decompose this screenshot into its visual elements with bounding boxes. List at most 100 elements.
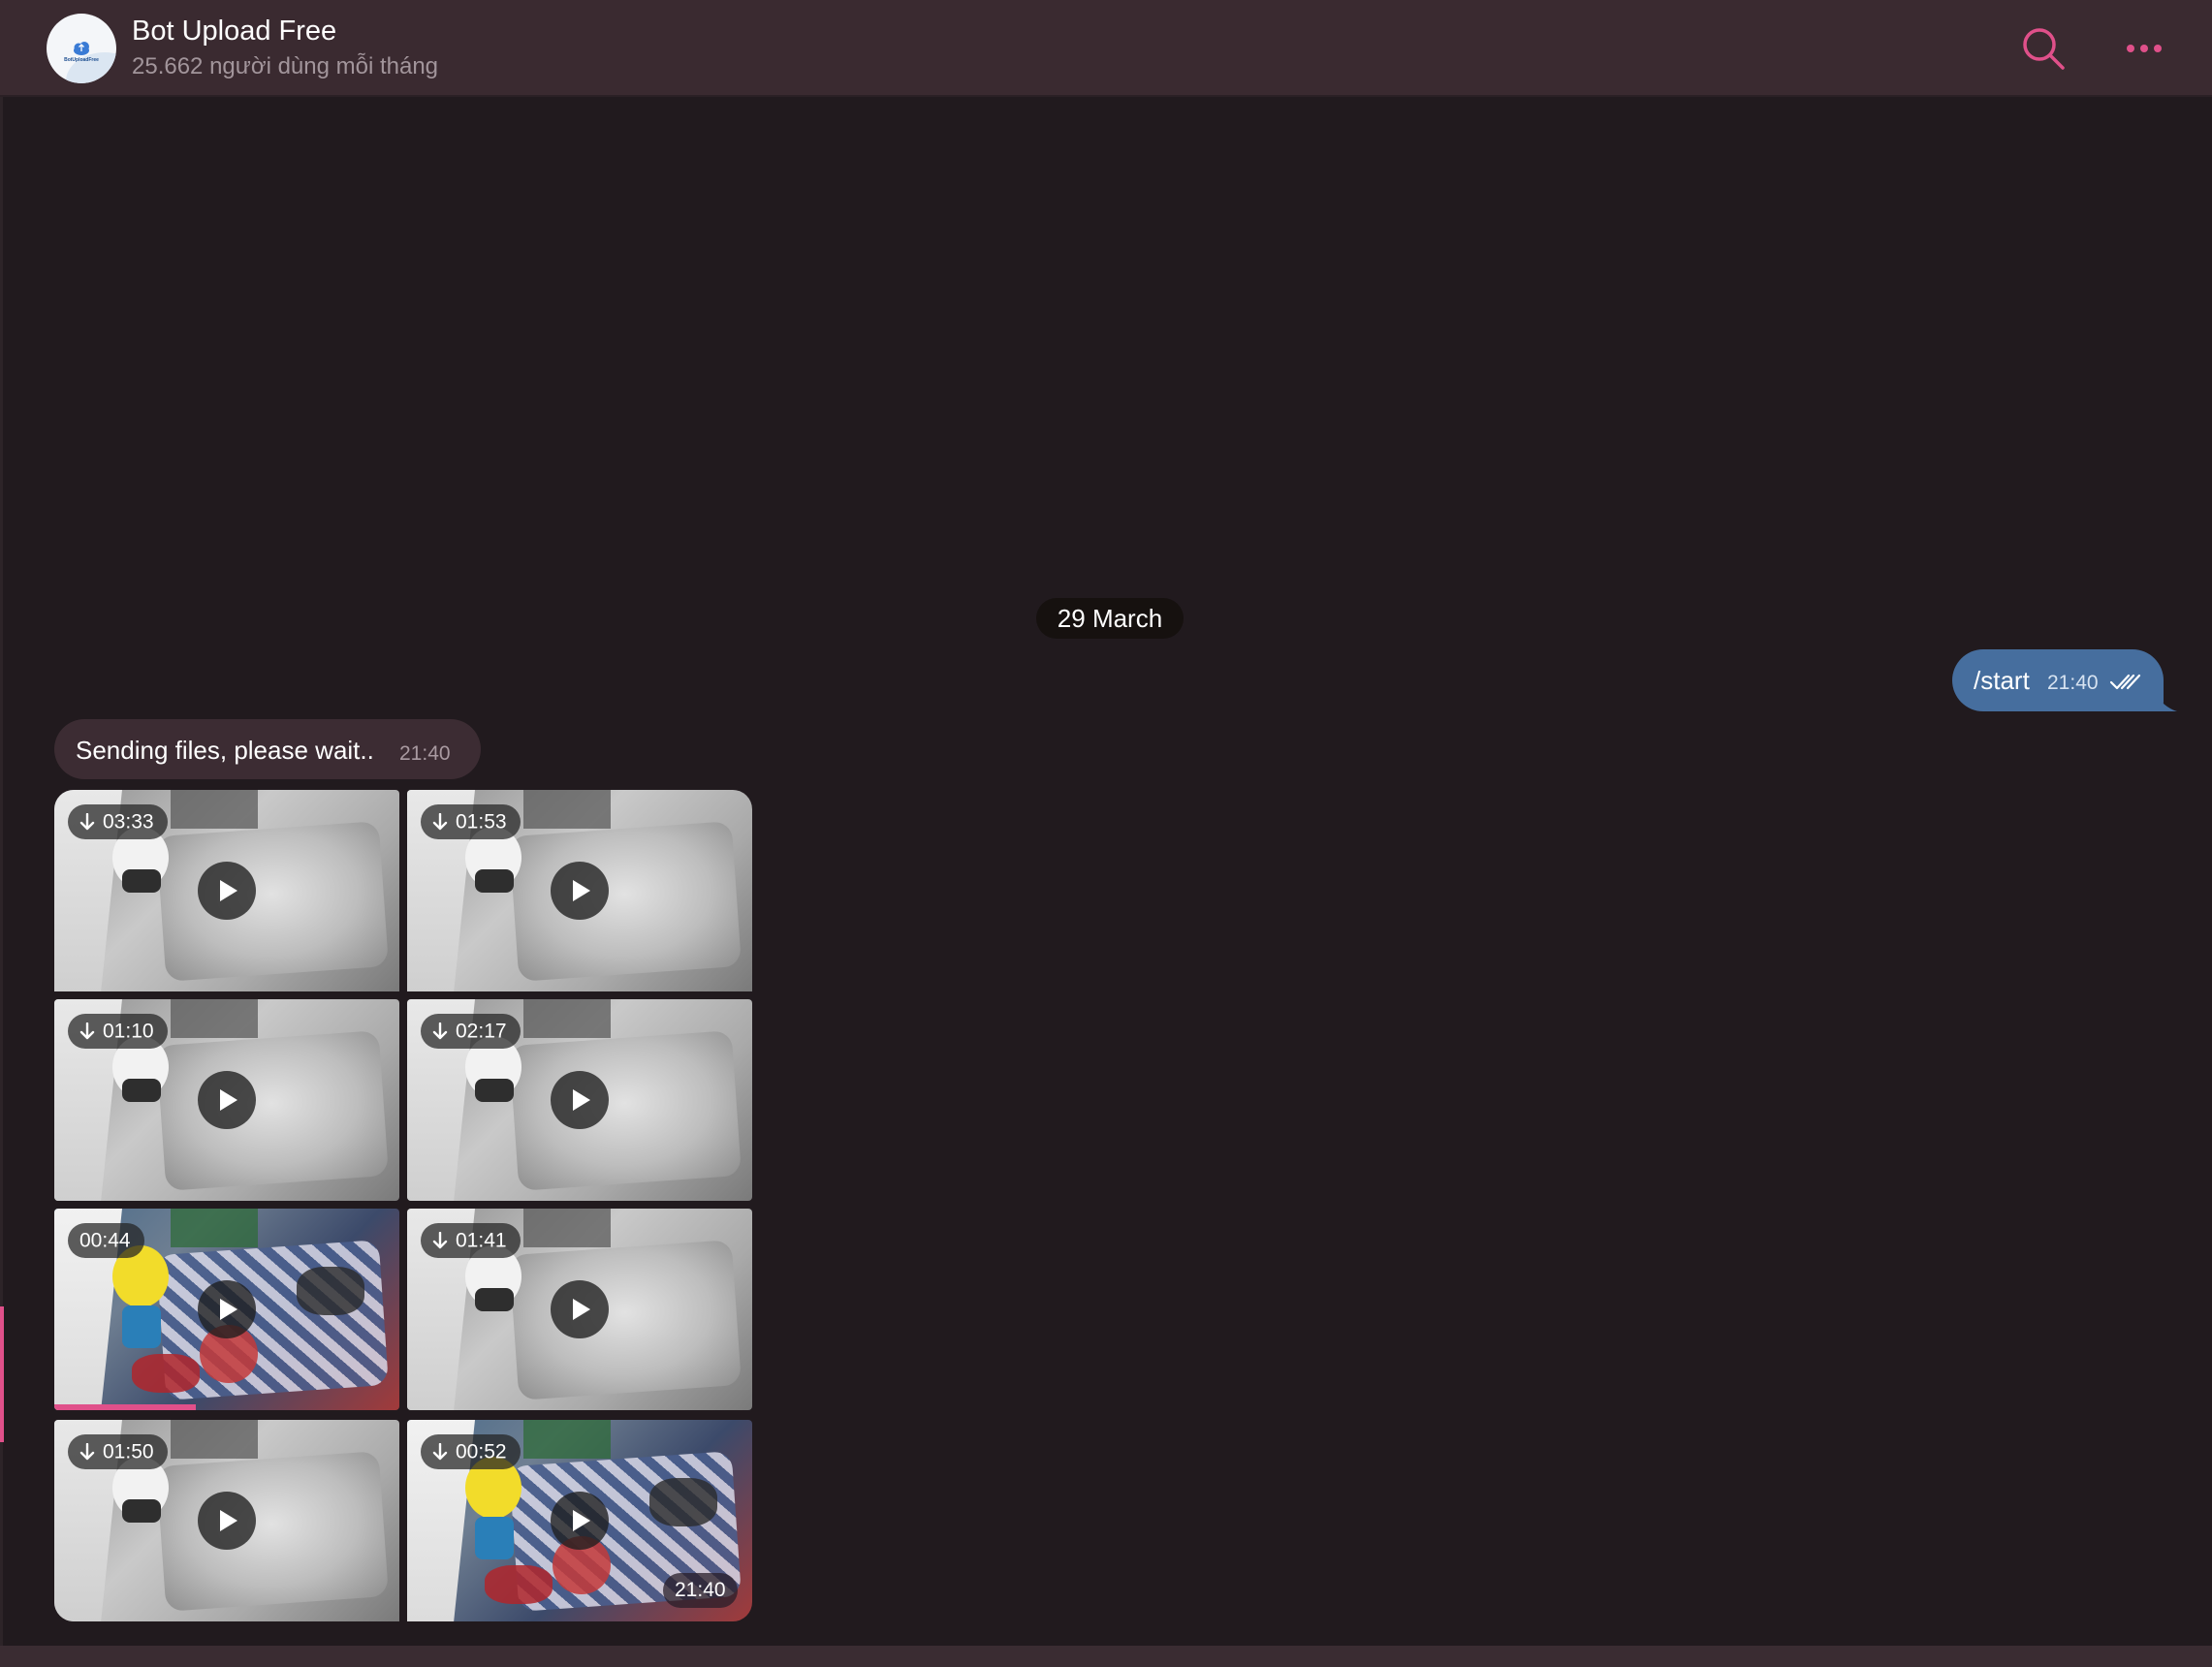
thumbnail-object [475, 869, 514, 893]
thumbnail-bed [156, 1030, 389, 1191]
thumbnail-bed [509, 821, 742, 982]
video-duration-badge[interactable]: 01:53 [421, 804, 521, 839]
video-thumbnail[interactable]: 01:50 [54, 1420, 399, 1621]
thumbnail-object [475, 1079, 514, 1102]
thumbnail-object [475, 1517, 514, 1559]
thumbnail-bed [156, 1451, 389, 1612]
album-time: 21:40 [663, 1573, 738, 1608]
avatar[interactable]: BotUploadFree [47, 14, 116, 83]
video-duration-badge[interactable]: 01:50 [68, 1434, 168, 1469]
download-arrow-icon [79, 1022, 95, 1040]
video-thumbnail[interactable]: 01:10 [54, 999, 399, 1201]
video-thumbnail[interactable]: 01:53 [407, 790, 752, 991]
video-thumbnail[interactable]: 01:41 [407, 1209, 752, 1410]
telegram-chat-window: BotUploadFree Bot Upload Free 25.662 ngư… [0, 0, 2212, 1667]
video-duration-badge[interactable]: 01:10 [68, 1014, 168, 1049]
search-icon [2023, 28, 2065, 70]
download-arrow-wrap[interactable] [432, 1022, 448, 1040]
download-arrow-wrap[interactable] [432, 1443, 448, 1461]
more-horizontal-icon [2127, 45, 2162, 52]
thumbnail-object [122, 869, 161, 893]
play-button[interactable] [198, 1071, 256, 1129]
video-duration: 01:10 [103, 1020, 154, 1043]
download-arrow-icon [432, 1022, 448, 1040]
more-button[interactable] [2123, 33, 2169, 64]
download-arrow-icon [79, 813, 95, 831]
download-arrow-icon [432, 1443, 448, 1461]
play-button[interactable] [551, 1280, 609, 1338]
play-icon [573, 1089, 590, 1111]
video-duration: 02:17 [456, 1020, 507, 1043]
thumbnail-clothes [485, 1565, 553, 1604]
play-icon [573, 1510, 590, 1531]
play-button[interactable] [551, 1492, 609, 1550]
video-thumbnail[interactable]: 02:17 [407, 999, 752, 1201]
avatar-logo-text: BotUploadFree [64, 57, 99, 63]
play-button[interactable] [551, 862, 609, 920]
thumbnail-bed [509, 1030, 742, 1191]
video-duration-badge[interactable]: 01:41 [421, 1223, 521, 1258]
thumbnail-clothes [132, 1354, 200, 1393]
chat-subtitle: 25.662 người dùng mỗi tháng [132, 53, 439, 79]
cloud-upload-icon [74, 42, 89, 55]
video-duration: 01:53 [456, 810, 507, 834]
search-button[interactable] [2020, 25, 2067, 72]
download-arrow-wrap[interactable] [432, 813, 448, 831]
play-button[interactable] [551, 1071, 609, 1129]
chat-title[interactable]: Bot Upload Free [132, 16, 336, 47]
video-duration: 03:33 [103, 810, 154, 834]
video-album: 03:33 01:53 01:10 02:17 00:44 01:41 01:5… [54, 790, 752, 1623]
video-duration: 01:41 [456, 1229, 507, 1252]
thumbnail-clothes [297, 1267, 364, 1315]
play-button[interactable] [198, 1280, 256, 1338]
video-duration-badge[interactable]: 02:17 [421, 1014, 521, 1049]
thumbnail-shelf [523, 999, 611, 1038]
thumbnail-object [475, 1288, 514, 1311]
chat-header[interactable]: BotUploadFree Bot Upload Free 25.662 ngư… [0, 0, 2212, 97]
video-duration: 00:52 [456, 1440, 507, 1463]
incoming-message[interactable]: Sending files, please wait.. 21:40 [54, 719, 481, 779]
download-arrow-icon [432, 1232, 448, 1249]
thumbnail-bed [156, 821, 389, 982]
thumbnail-shelf [523, 790, 611, 829]
video-duration-badge[interactable]: 03:33 [68, 804, 168, 839]
outgoing-message-time: 21:40 [2047, 672, 2099, 694]
thumbnail-shelf [171, 1209, 258, 1247]
download-arrow-wrap[interactable] [79, 1443, 95, 1461]
video-thumbnail[interactable]: 03:33 [54, 790, 399, 991]
outgoing-message-text: /start [1974, 666, 2030, 695]
play-icon [573, 1299, 590, 1320]
video-thumbnail[interactable]: 00:52 21:40 [407, 1420, 752, 1621]
play-icon [220, 1510, 237, 1531]
thumbnail-object [122, 1499, 161, 1523]
double-check-icon [2109, 674, 2141, 690]
thumbnail-shelf [171, 1420, 258, 1459]
download-arrow-icon [79, 1443, 95, 1461]
play-icon [220, 1089, 237, 1111]
video-thumbnail[interactable]: 00:44 [54, 1209, 399, 1410]
video-duration-badge[interactable]: 00:44 [68, 1223, 144, 1258]
incoming-message-text: Sending files, please wait.. [76, 736, 374, 765]
video-duration: 01:50 [103, 1440, 154, 1463]
incoming-message-time: 21:40 [399, 742, 451, 765]
thumbnail-shelf [523, 1420, 611, 1459]
play-icon [573, 880, 590, 901]
thumbnail-object [122, 1305, 161, 1348]
play-icon [220, 1299, 237, 1320]
selection-accent-bar [0, 1306, 4, 1442]
download-arrow-wrap[interactable] [79, 813, 95, 831]
video-duration-badge[interactable]: 00:52 [421, 1434, 521, 1469]
composer-edge [0, 1646, 2212, 1667]
video-duration: 00:44 [79, 1229, 131, 1252]
thumbnail-shelf [171, 999, 258, 1038]
download-arrow-wrap[interactable] [432, 1232, 448, 1249]
outgoing-message[interactable]: /start 21:40 [1952, 649, 2164, 711]
download-arrow-wrap[interactable] [79, 1022, 95, 1040]
play-button[interactable] [198, 862, 256, 920]
date-separator: 29 March [1036, 598, 1184, 639]
play-icon [220, 880, 237, 901]
play-button[interactable] [198, 1492, 256, 1550]
download-arrow-icon [432, 813, 448, 831]
thumbnail-shelf [523, 1209, 611, 1247]
thumbnail-shelf [171, 790, 258, 829]
